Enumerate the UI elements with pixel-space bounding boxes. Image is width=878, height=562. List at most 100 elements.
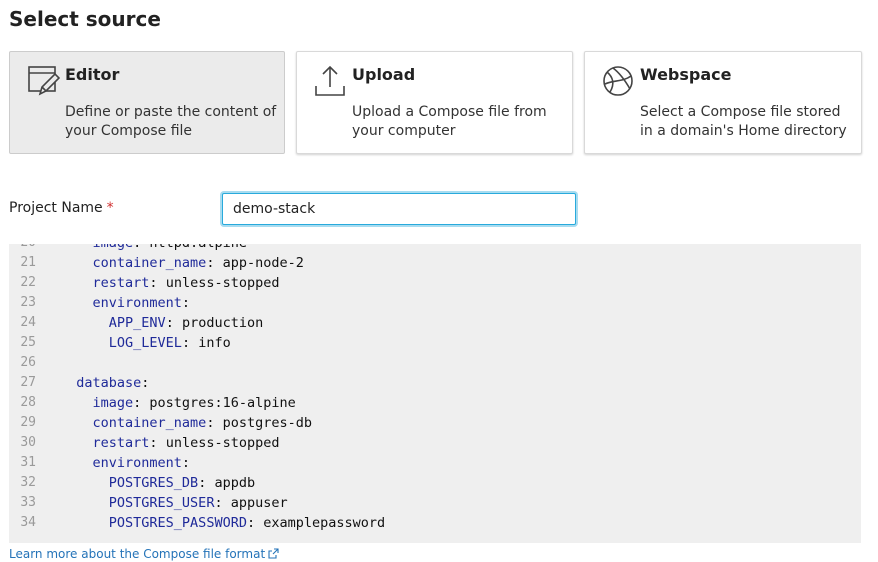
code-text: container_name: app-node-2 <box>60 253 304 273</box>
yaml-key: restart <box>92 435 150 451</box>
code-line: 30 restart: unless-stopped <box>9 433 861 453</box>
project-name-label-text: Project Name <box>9 200 103 216</box>
yaml-key: LOG_LEVEL <box>108 335 182 351</box>
yaml-value: production <box>181 315 264 331</box>
code-text: restart: unless-stopped <box>60 433 280 453</box>
source-card-description: Upload a Compose file from your computer <box>352 104 547 139</box>
help-link-text: Learn more about the Compose file format <box>9 547 266 561</box>
line-number: 27 <box>20 375 36 390</box>
line-number: 24 <box>20 315 36 330</box>
code-line: 32 POSTGRES_DB: appdb <box>9 473 861 493</box>
line-number: 32 <box>20 475 36 490</box>
yaml-colon: : <box>165 315 182 331</box>
compose-format-help-link[interactable]: Learn more about the Compose file format <box>9 547 279 561</box>
code-text: environment: <box>60 453 198 473</box>
line-number: 33 <box>20 495 36 510</box>
yaml-key: restart <box>92 275 150 291</box>
line-number: 31 <box>20 455 36 470</box>
line-number: 34 <box>20 515 36 530</box>
yaml-value: examplepassword <box>263 515 386 531</box>
code-text: POSTGRES_DB: appdb <box>60 473 255 493</box>
code-line: 34 POSTGRES_PASSWORD: examplepassword <box>9 513 861 533</box>
code-line: 24 APP_ENV: production <box>9 313 861 333</box>
code-line: 22 restart: unless-stopped <box>9 273 861 293</box>
code-line: 25 LOG_LEVEL: info <box>9 333 861 353</box>
yaml-key: database <box>76 375 142 391</box>
yaml-colon: : <box>181 335 199 351</box>
code-text: database: <box>60 373 158 393</box>
line-number: 25 <box>20 335 36 350</box>
code-text: environment: <box>60 293 198 313</box>
code-line: 28 image: postgres:16-alpine <box>9 393 861 413</box>
source-options: Editor Define or paste the content of yo… <box>9 51 862 156</box>
line-number: 26 <box>20 355 36 370</box>
source-card-upload[interactable]: Upload Upload a Compose file from your c… <box>296 51 573 154</box>
code-line: 27 database: <box>9 373 861 393</box>
upload-icon <box>313 64 347 98</box>
external-link-icon <box>268 548 279 559</box>
source-card-description: Select a Compose file stored in a domain… <box>640 104 847 139</box>
code-line: 20 image: httpd:alpine <box>9 244 861 253</box>
code-line: 33 POSTGRES_USER: appuser <box>9 493 861 513</box>
source-card-webspace[interactable]: Webspace Select a Compose file stored in… <box>584 51 862 154</box>
yaml-value: appuser <box>230 495 288 511</box>
yaml-key: container_name <box>92 255 207 271</box>
yaml-colon: : <box>181 295 199 311</box>
yaml-key: environment <box>92 295 182 311</box>
yaml-value: postgres:16-alpine <box>149 395 296 411</box>
yaml-colon: : <box>133 244 149 251</box>
yaml-value: unless-stopped <box>165 275 280 291</box>
project-name-input[interactable] <box>222 193 576 225</box>
code-line: 31 environment: <box>9 453 861 473</box>
compose-code-editor[interactable]: 20 image: httpd:alpine 21 container_name:… <box>9 244 861 543</box>
code-line: 23 environment: <box>9 293 861 313</box>
required-marker: * <box>106 200 114 216</box>
yaml-key: container_name <box>92 415 207 431</box>
yaml-value: postgres-db <box>222 415 312 431</box>
source-card-description: Define or paste the content of your Comp… <box>65 104 277 139</box>
yaml-colon: : <box>181 455 199 471</box>
yaml-value: unless-stopped <box>165 435 280 451</box>
code-text: image: postgres:16-alpine <box>60 393 296 413</box>
yaml-value: app-node-2 <box>222 255 304 271</box>
line-number: 22 <box>20 275 36 290</box>
yaml-value: appdb <box>214 475 256 491</box>
yaml-colon: : <box>141 375 158 391</box>
yaml-colon: : <box>133 395 150 411</box>
yaml-colon: : <box>198 475 215 491</box>
line-number: 23 <box>20 295 36 310</box>
line-number: 20 <box>9 244 36 253</box>
page-title: Select source <box>9 7 161 31</box>
line-number: 30 <box>20 435 36 450</box>
project-name-label: Project Name * <box>9 200 114 216</box>
yaml-colon: : <box>246 515 264 531</box>
edit-icon <box>26 64 60 98</box>
line-number: 21 <box>20 255 36 270</box>
yaml-value: httpd:alpine <box>149 244 247 251</box>
yaml-key: environment <box>92 455 182 471</box>
code-text: LOG_LEVEL: info <box>60 333 231 353</box>
source-card-editor[interactable]: Editor Define or paste the content of yo… <box>9 51 285 154</box>
code-line: 29 container_name: postgres-db <box>9 413 861 433</box>
yaml-colon: : <box>206 415 223 431</box>
yaml-value: info <box>198 335 231 351</box>
source-card-title: Upload <box>352 65 416 84</box>
code-text: POSTGRES_USER: appuser <box>60 493 288 513</box>
code-text: POSTGRES_PASSWORD: examplepassword <box>60 513 385 533</box>
code-text: restart: unless-stopped <box>60 273 280 293</box>
yaml-colon: : <box>149 435 166 451</box>
yaml-colon: : <box>149 275 166 291</box>
source-card-title: Editor <box>65 65 120 84</box>
